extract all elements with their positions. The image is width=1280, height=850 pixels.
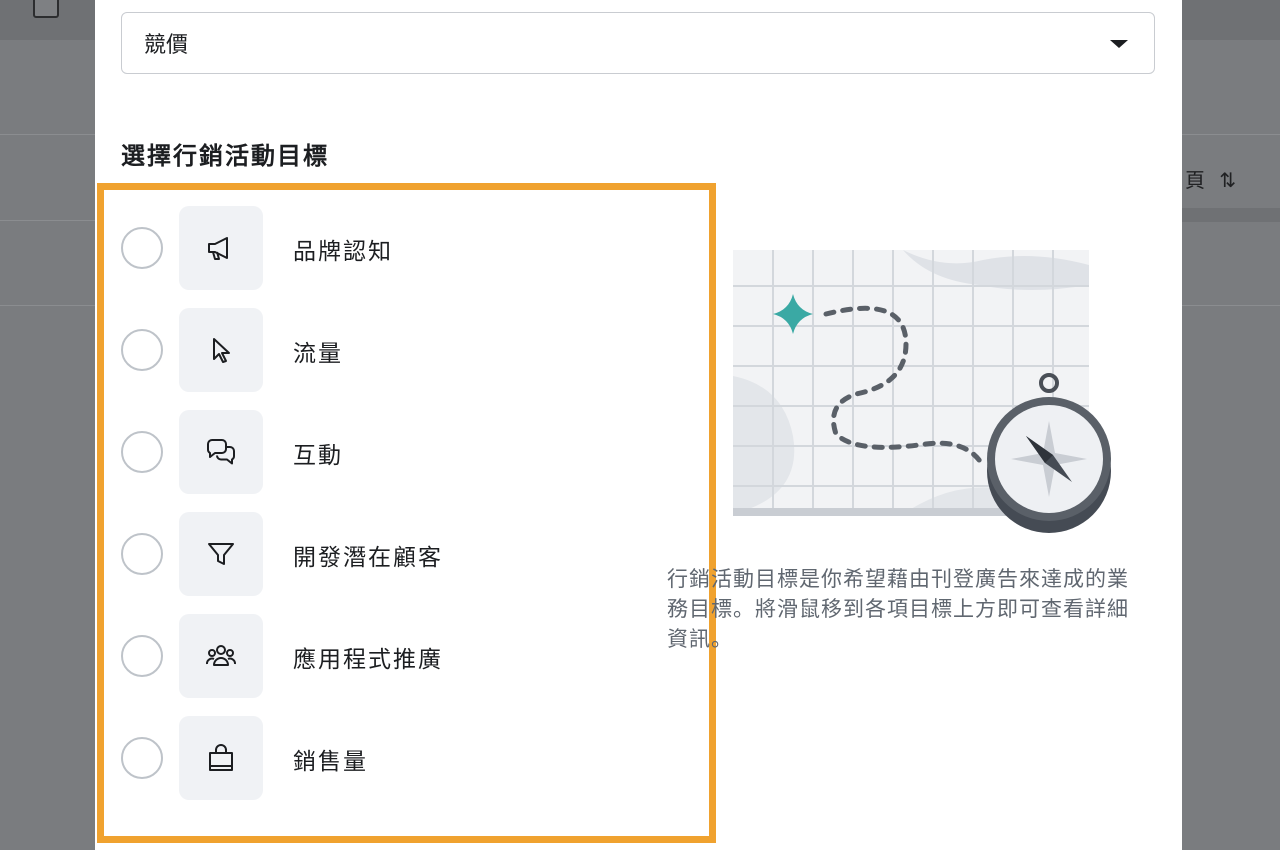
objective-option-sales[interactable]: 銷售量 <box>121 716 681 800</box>
objective-label: 互動 <box>293 443 343 469</box>
map-compass-illustration <box>733 250 1111 533</box>
objective-label: 開發潛在顧客 <box>293 545 443 571</box>
radio-button[interactable] <box>121 227 163 269</box>
objective-option-awareness[interactable]: 品牌認知 <box>121 206 681 290</box>
objective-description: 行銷活動目標是你希望藉由刊登廣告來達成的業務目標。將滑鼠移到各項目標上方即可查看… <box>667 567 1129 651</box>
objective-option-engagement[interactable]: 互動 <box>121 410 681 494</box>
buying-type-dropdown[interactable]: 競價 <box>121 12 1155 74</box>
objective-option-leads[interactable]: 開發潛在顧客 <box>121 512 681 596</box>
objective-label: 應用程式推廣 <box>293 647 443 673</box>
campaign-objective-modal: 競價 選擇行銷活動目標 品牌認知 流量 互動 開發潛在顧客 應用程式推廣 銷售量… <box>95 0 1182 850</box>
objective-option-traffic[interactable]: 流量 <box>121 308 681 392</box>
radio-button[interactable] <box>121 533 163 575</box>
cursor-icon <box>179 308 263 392</box>
radio-button[interactable] <box>121 329 163 371</box>
radio-button[interactable] <box>121 737 163 779</box>
background-band <box>1182 208 1280 222</box>
objective-label: 品牌認知 <box>293 239 393 265</box>
shopping-bag-icon <box>179 716 263 800</box>
megaphone-icon <box>179 206 263 290</box>
objective-label: 流量 <box>293 341 343 367</box>
section-title: 選擇行銷活動目標 <box>121 142 329 170</box>
background-checkbox <box>33 0 59 18</box>
radio-button[interactable] <box>121 431 163 473</box>
objective-option-app-promotion[interactable]: 應用程式推廣 <box>121 614 681 698</box>
chat-bubbles-icon <box>179 410 263 494</box>
dropdown-value: 競價 <box>144 33 189 58</box>
radio-button[interactable] <box>121 635 163 677</box>
caret-down-icon <box>1110 40 1128 48</box>
sort-icon: 頁 ⇅ <box>1185 168 1241 192</box>
funnel-icon <box>179 512 263 596</box>
people-icon <box>179 614 263 698</box>
objective-label: 銷售量 <box>293 749 368 775</box>
